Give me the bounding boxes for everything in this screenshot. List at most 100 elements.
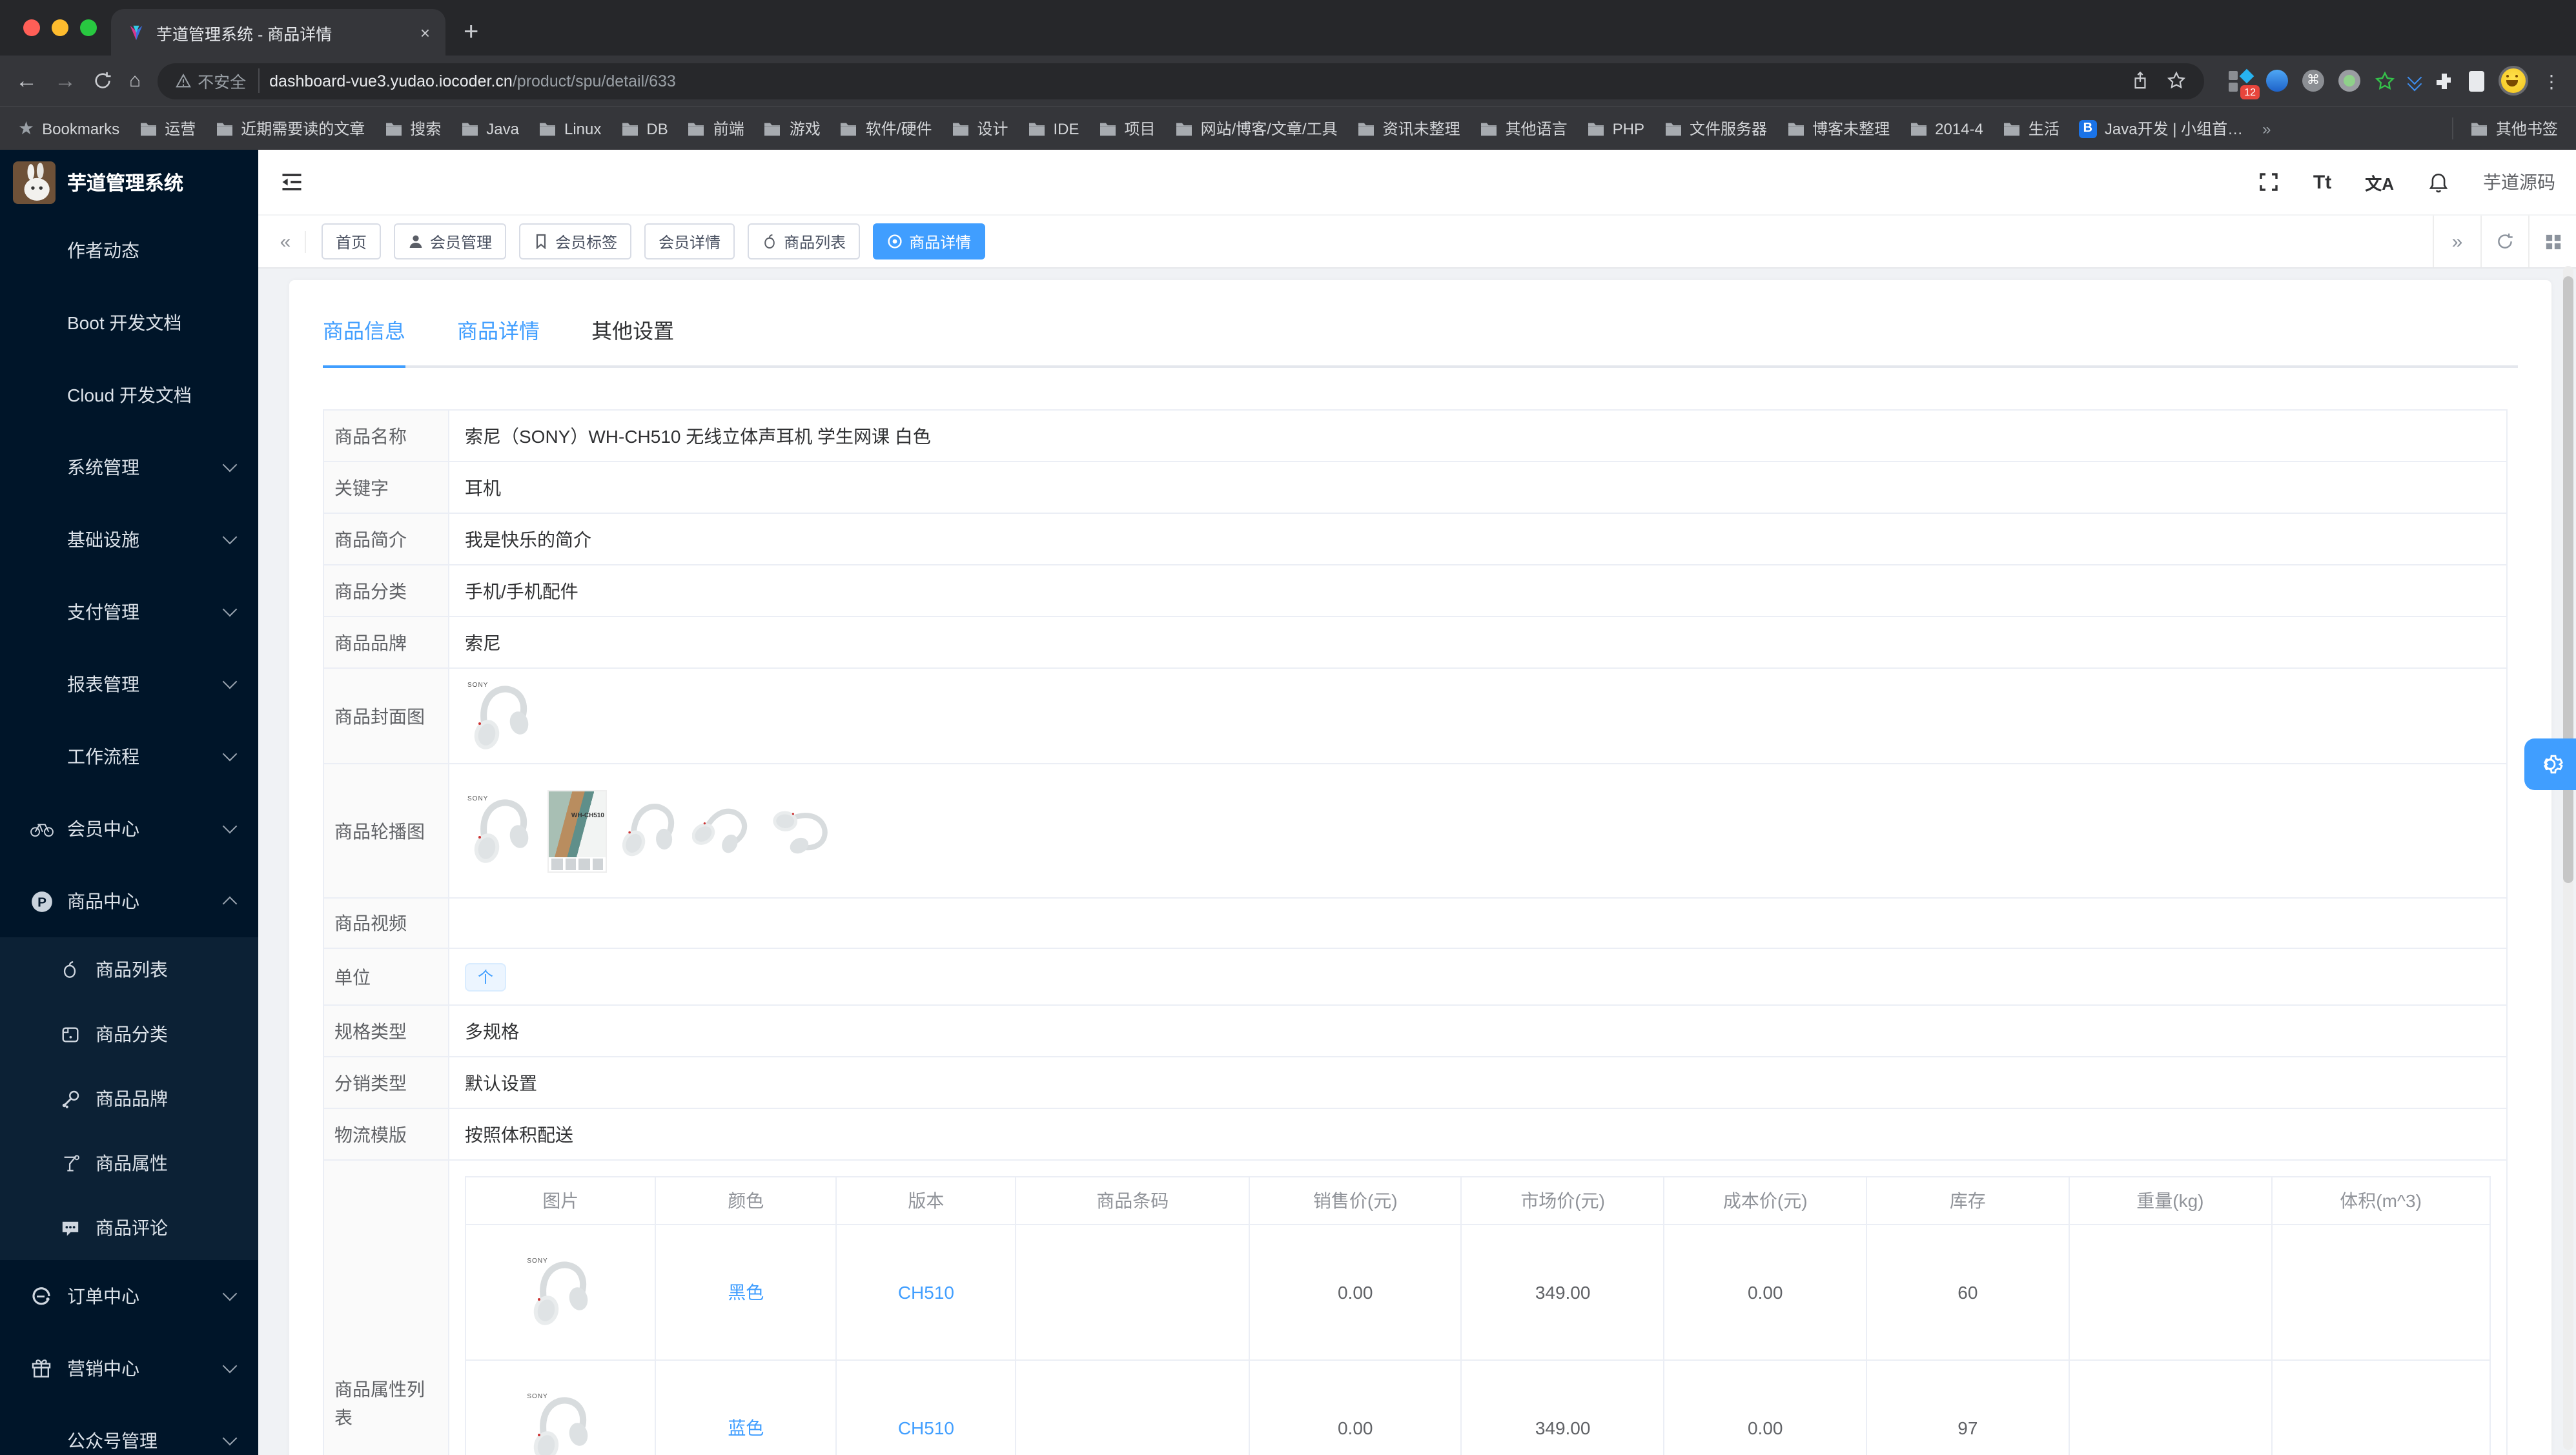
bookmark-folder[interactable]: IDE: [1028, 119, 1079, 137]
url-text[interactable]: dashboard-vue3.yudao.iocoder.cn/product/…: [269, 72, 676, 90]
slider-image-3[interactable]: [617, 793, 682, 868]
sidebar-item-cloud-docs[interactable]: Cloud 开发文档: [0, 359, 258, 431]
bookmark-folder[interactable]: DB: [620, 119, 668, 137]
bookmark-folder[interactable]: 设计: [951, 117, 1008, 139]
close-window-button[interactable]: [23, 19, 40, 36]
window-controls[interactable]: [23, 19, 97, 36]
sidebar-item-pay[interactable]: 支付管理: [0, 576, 258, 648]
tags-scroll-right-icon[interactable]: »: [2433, 216, 2480, 267]
sku-color-link[interactable]: 黑色: [728, 1282, 764, 1303]
slider-image-2[interactable]: WH-CH510: [547, 789, 607, 872]
tab-other-settings[interactable]: 其他设置: [591, 319, 674, 365]
back-icon[interactable]: ←: [15, 70, 37, 92]
sidebar-item-workflow[interactable]: 工作流程: [0, 720, 258, 793]
scrollbar-thumb[interactable]: [2563, 276, 2573, 883]
browser-tab[interactable]: 芋道管理系统 - 商品详情 ×: [111, 9, 445, 56]
bookmark-folder[interactable]: 其他语言: [1480, 117, 1568, 139]
bookmark-folder[interactable]: Java: [460, 119, 519, 137]
sidebar-item-official-account[interactable]: 公众号管理: [0, 1405, 258, 1455]
sku-version-link[interactable]: CH510: [898, 1418, 954, 1438]
sidebar-item-infra[interactable]: 基础设施: [0, 504, 258, 576]
security-chip[interactable]: 不安全: [176, 68, 260, 93]
app-logo[interactable]: 芋道管理系统: [0, 150, 258, 214]
bookmark-folder[interactable]: 博客未整理: [1786, 117, 1890, 139]
bookmark-link[interactable]: B Java开发 | 小组首…: [2078, 117, 2243, 139]
extensions-puzzle-icon[interactable]: [2434, 70, 2455, 91]
tag-member-label[interactable]: 会员标签: [519, 223, 632, 259]
layout-grid-icon[interactable]: [2528, 216, 2576, 267]
bookmark-folder[interactable]: 搜索: [384, 117, 441, 139]
sidebar-item-product-brand[interactable]: 商品品牌: [0, 1066, 258, 1131]
bookmark-folder[interactable]: PHP: [1587, 119, 1644, 137]
settings-fab[interactable]: [2524, 738, 2576, 790]
sku-version-link[interactable]: CH510: [898, 1282, 954, 1303]
username[interactable]: 芋道源码: [2483, 169, 2555, 195]
extension-chevrons-icon[interactable]: [2407, 70, 2422, 92]
bookmark-folder[interactable]: 生活: [2003, 117, 2060, 139]
tags-scroll-left-icon[interactable]: «: [266, 230, 306, 252]
tag-product-list[interactable]: 商品列表: [748, 223, 861, 259]
tag-member-manage[interactable]: 会员管理: [394, 223, 507, 259]
bookmark-folder[interactable]: 资讯未整理: [1357, 117, 1460, 139]
tab-product-info[interactable]: 商品信息: [323, 319, 406, 368]
browser-menu-icon[interactable]: ⋮: [2542, 72, 2561, 90]
sidebar-item-member-center[interactable]: 会员中心: [0, 793, 258, 865]
new-tab-button[interactable]: +: [464, 18, 478, 48]
tab-close-icon[interactable]: ×: [420, 23, 430, 42]
refresh-page-icon[interactable]: [2480, 216, 2528, 267]
maximize-window-button[interactable]: [80, 19, 97, 36]
fullscreen-icon[interactable]: [2259, 172, 2280, 192]
page-scrollbar[interactable]: [2563, 266, 2573, 1450]
sidebar-item-boot-docs[interactable]: Boot 开发文档: [0, 287, 258, 359]
bookmark-folder[interactable]: 近期需要读的文章: [215, 117, 365, 139]
tag-product-detail[interactable]: 商品详情: [873, 223, 986, 259]
bookmark-folder[interactable]: 网站/博客/文章/工具: [1175, 117, 1338, 139]
sidebar-item-system[interactable]: 系统管理: [0, 431, 258, 504]
sidebar-item-product-comment[interactable]: 商品评论: [0, 1196, 258, 1260]
extension-kite-icon[interactable]: [2266, 70, 2288, 92]
extension-command-icon[interactable]: ⌘: [2302, 70, 2324, 92]
bookmark-folder[interactable]: 文件服务器: [1664, 117, 1767, 139]
profile-avatar[interactable]: [2499, 66, 2528, 96]
language-icon[interactable]: 文A: [2365, 170, 2394, 194]
share-icon[interactable]: [2132, 71, 2149, 90]
extension-page-icon[interactable]: [2469, 70, 2484, 91]
sidebar-item-author-news[interactable]: 作者动态: [0, 214, 258, 287]
reload-icon[interactable]: [93, 71, 112, 90]
cover-image[interactable]: SONY: [465, 680, 537, 752]
notification-bell-icon[interactable]: [2428, 171, 2449, 193]
sidebar-item-product-attr[interactable]: 商品属性: [0, 1131, 258, 1196]
bookmarks-overflow-icon[interactable]: »: [2262, 119, 2271, 137]
sku-image[interactable]: SONY: [524, 1392, 597, 1455]
other-bookmarks[interactable]: 其他书签: [2451, 117, 2558, 139]
bookmarks-manager[interactable]: ★ Bookmarks: [18, 117, 119, 139]
tag-home[interactable]: 首页: [322, 223, 382, 259]
home-icon[interactable]: ⌂: [129, 71, 141, 90]
bookmark-folder[interactable]: 游戏: [764, 117, 821, 139]
extension-recorder-icon[interactable]: [2338, 70, 2360, 92]
sidebar-item-product-category[interactable]: 商品分类: [0, 1002, 258, 1066]
extension-tasks-icon[interactable]: 12: [2229, 68, 2260, 99]
sidebar-item-product-list[interactable]: 商品列表: [0, 937, 258, 1002]
sidebar-item-order-center[interactable]: 订单中心: [0, 1260, 258, 1332]
address-bar[interactable]: 不安全 dashboard-vue3.yudao.iocoder.cn/prod…: [158, 63, 2204, 99]
slider-image-5[interactable]: [762, 800, 844, 862]
bookmark-folder[interactable]: Linux: [538, 119, 601, 137]
sidebar-item-product-center[interactable]: 商品中心: [0, 865, 258, 937]
tab-product-detail[interactable]: 商品详情: [457, 319, 540, 365]
tag-member-detail[interactable]: 会员详情: [644, 223, 735, 259]
slider-image-4[interactable]: [692, 793, 751, 868]
slider-image-1[interactable]: SONY: [465, 793, 537, 868]
bookmark-star-icon[interactable]: [2167, 71, 2186, 90]
sidebar-item-marketing-center[interactable]: 营销中心: [0, 1332, 258, 1405]
font-size-icon[interactable]: Tt: [2313, 171, 2331, 193]
bookmark-folder[interactable]: 运营: [139, 117, 196, 139]
forward-icon[interactable]: →: [54, 70, 76, 92]
bookmark-folder[interactable]: 2014-4: [1909, 119, 1983, 137]
bookmark-folder[interactable]: 软件/硬件: [840, 117, 932, 139]
sku-image[interactable]: SONY: [524, 1256, 597, 1328]
minimize-window-button[interactable]: [52, 19, 68, 36]
extension-star-icon[interactable]: [2375, 70, 2395, 91]
bookmark-folder[interactable]: 项目: [1099, 117, 1156, 139]
sku-color-link[interactable]: 蓝色: [728, 1418, 764, 1438]
